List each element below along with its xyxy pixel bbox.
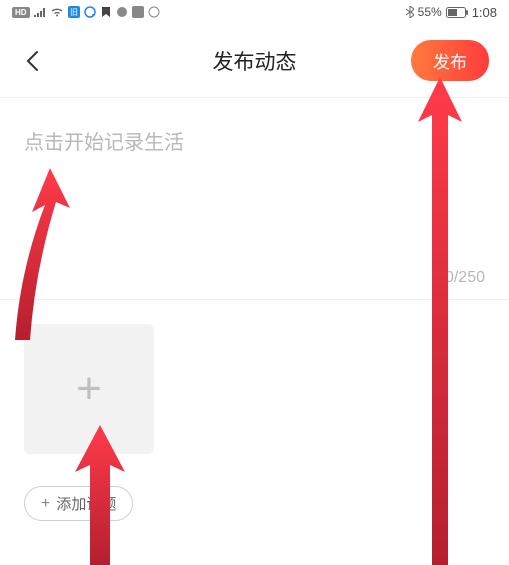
- chevron-left-icon: [25, 50, 39, 72]
- wifi-icon: [50, 7, 64, 17]
- app-icon-5: [132, 6, 144, 18]
- header: 发布动态 发布: [0, 24, 509, 97]
- media-section: +: [0, 300, 509, 478]
- clock: 1:08: [472, 5, 497, 20]
- app-icon-1: 旧: [68, 6, 80, 18]
- app-icon-4: [116, 6, 128, 18]
- add-topic-label: 添加话题: [56, 493, 116, 514]
- signal-icon: [34, 7, 46, 17]
- add-media-button[interactable]: +: [24, 324, 154, 454]
- hd-indicator: HD: [12, 7, 30, 18]
- battery-percent: 55%: [418, 5, 442, 19]
- status-right: 55% 1:08: [406, 5, 497, 20]
- back-button[interactable]: [20, 49, 44, 73]
- plus-icon: +: [76, 367, 102, 411]
- page-title: 发布动态: [213, 46, 297, 76]
- svg-text:旧: 旧: [70, 8, 78, 17]
- app-icon-6: [148, 6, 160, 18]
- bluetooth-icon: [406, 6, 414, 18]
- add-topic-button[interactable]: + 添加话题: [24, 486, 133, 521]
- app-icon-3: [100, 6, 112, 18]
- status-left: HD 旧: [12, 6, 160, 18]
- compose-area: [0, 98, 509, 261]
- app-icon-2: [84, 6, 96, 18]
- content-input[interactable]: [24, 126, 485, 246]
- status-bar: HD 旧 55% 1:08: [0, 0, 509, 24]
- battery-icon: [446, 7, 468, 18]
- char-counter: 0/250: [0, 269, 509, 287]
- publish-button[interactable]: 发布: [411, 40, 489, 81]
- plus-icon: +: [41, 495, 50, 513]
